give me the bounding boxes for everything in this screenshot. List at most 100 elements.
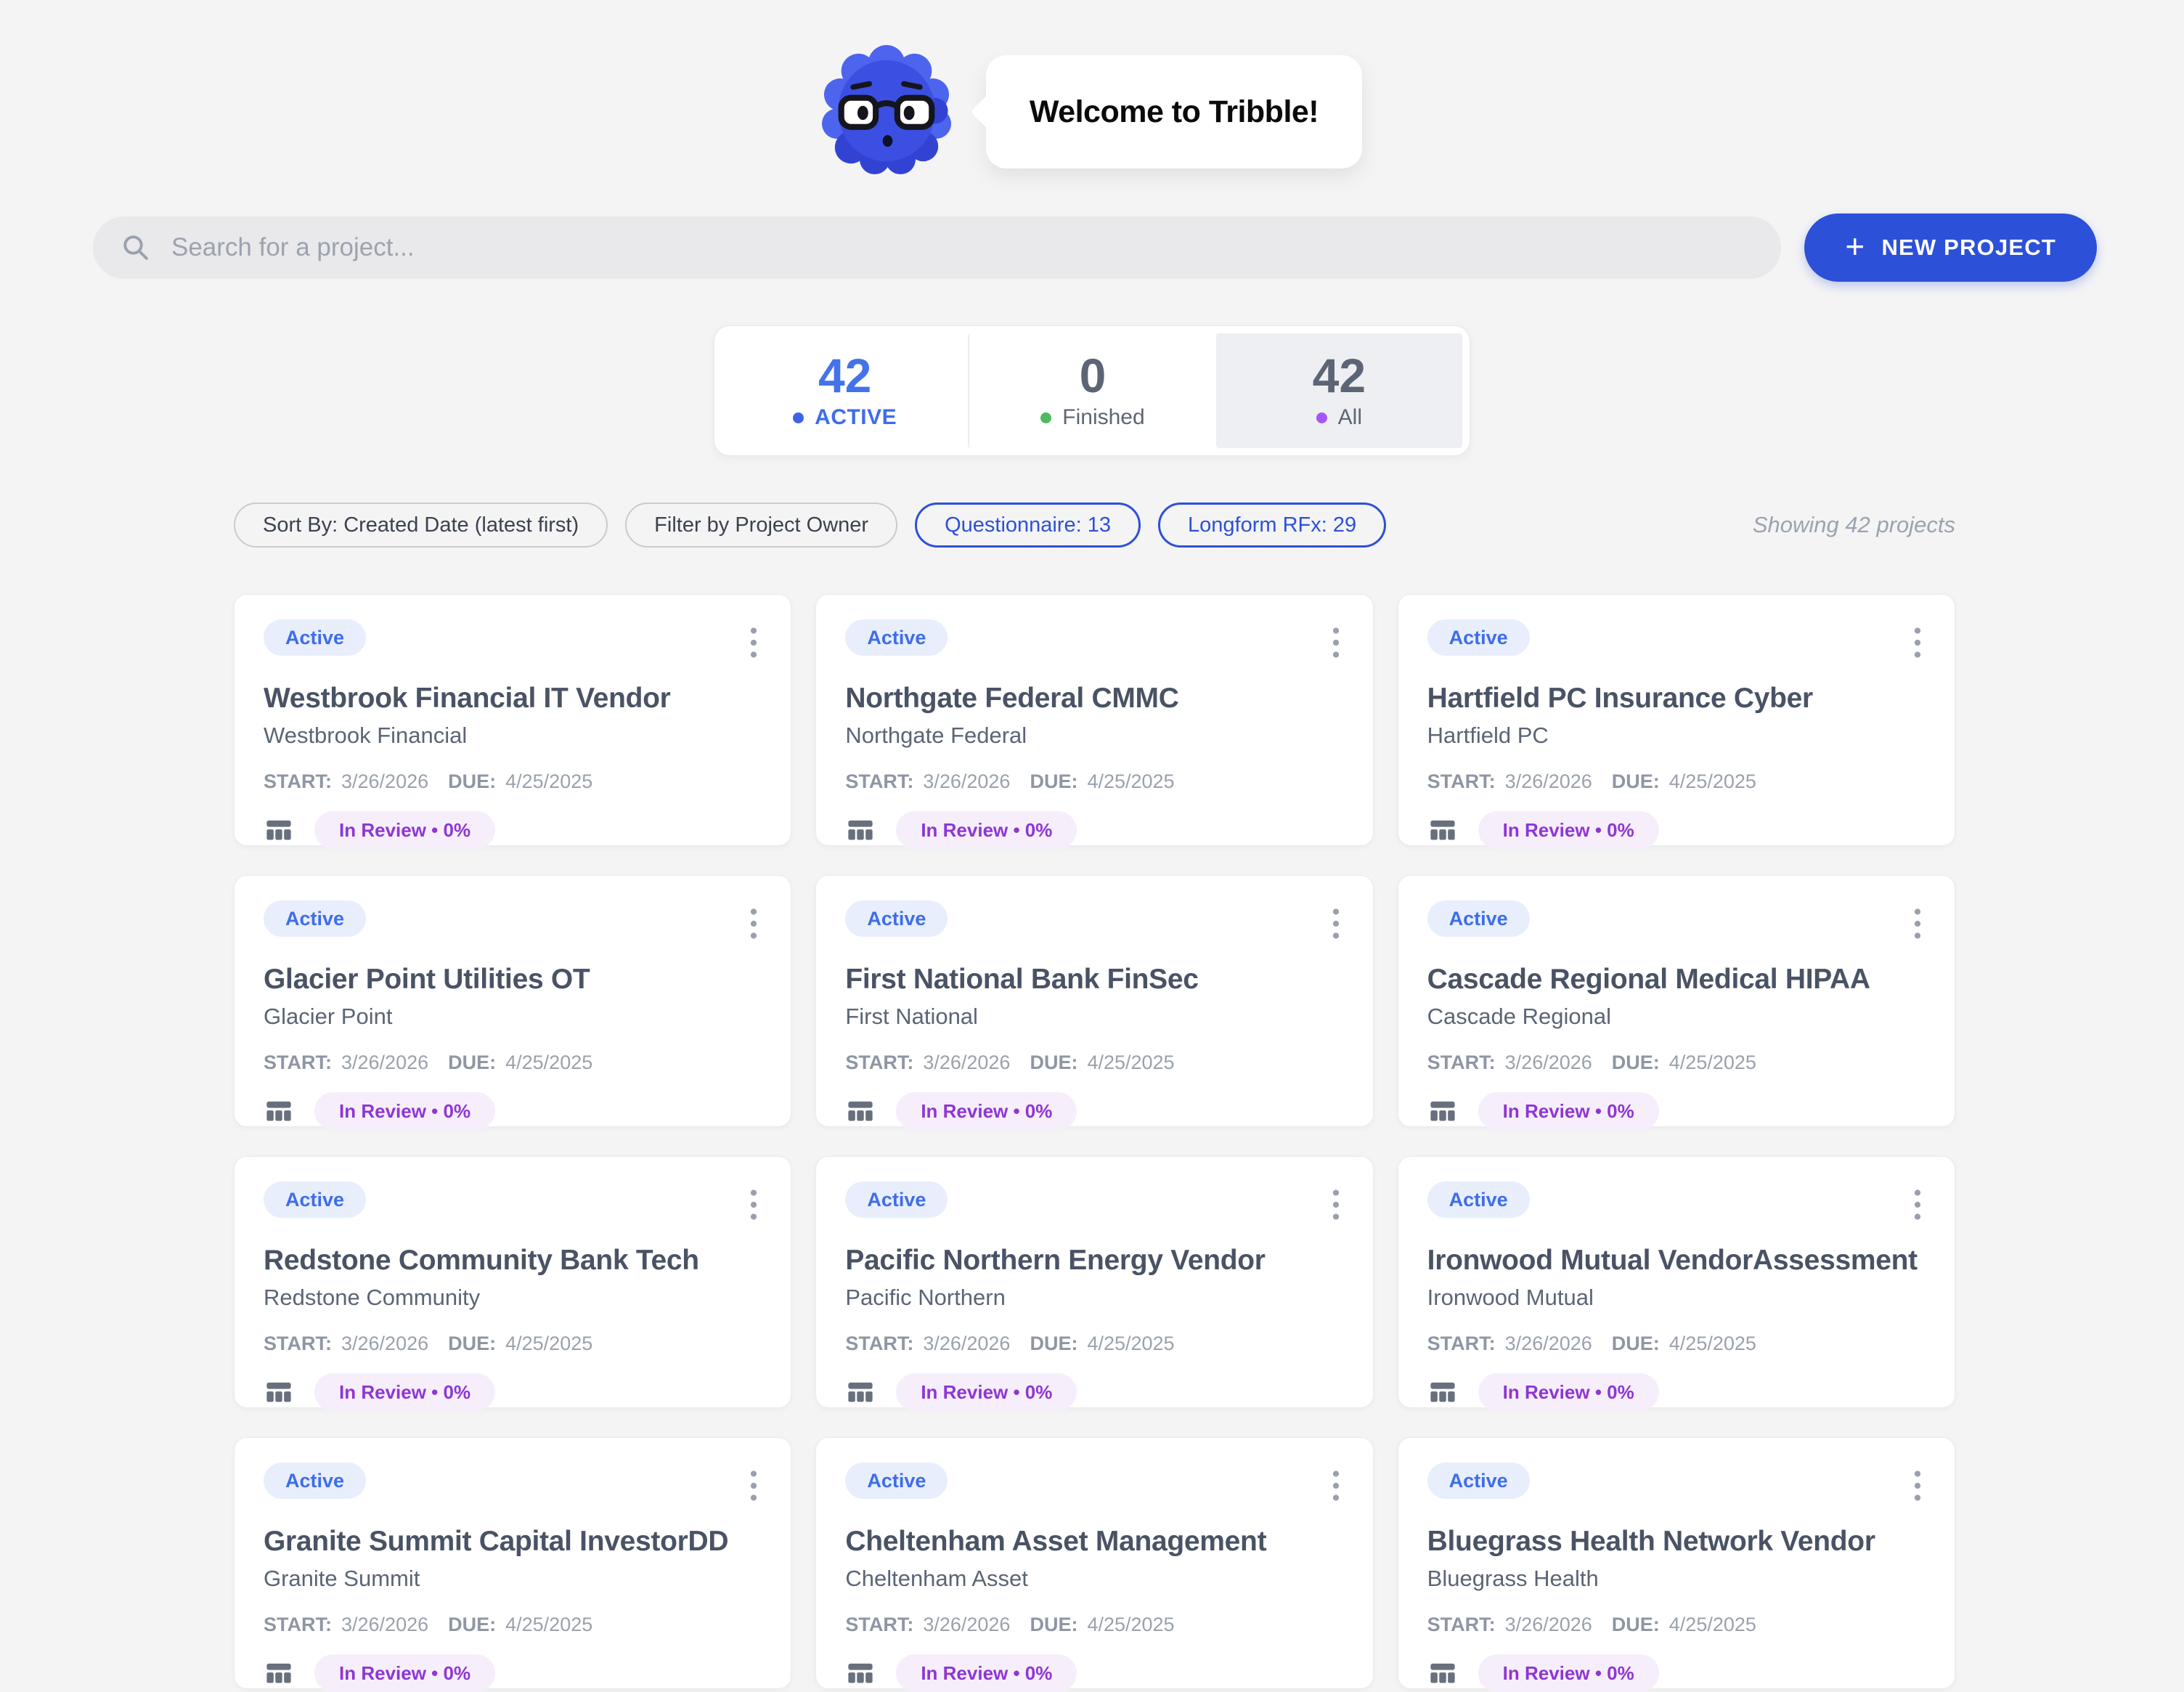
kebab-menu-icon[interactable] <box>1910 1186 1926 1224</box>
progress-badge: In Review • 0% <box>314 811 495 849</box>
due-date: 4/25/2025 <box>505 1333 592 1355</box>
due-date: 4/25/2025 <box>1087 1052 1174 1074</box>
start-date: 3/26/2026 <box>1505 770 1592 793</box>
due-date: 4/25/2025 <box>505 770 592 793</box>
search-input[interactable] <box>170 232 1753 263</box>
project-title: Cheltenham Asset Management <box>845 1525 1343 1558</box>
start-date: 3/26/2026 <box>341 1333 428 1355</box>
start-label: START: <box>264 1614 332 1636</box>
project-card[interactable]: Active Ironwood Mutual VendorAssessment … <box>1398 1156 1955 1408</box>
table-icon <box>845 1658 876 1688</box>
due-label: DUE: <box>448 770 496 793</box>
project-card[interactable]: Active Redstone Community Bank Tech Reds… <box>234 1156 791 1408</box>
start-date: 3/26/2026 <box>341 770 428 793</box>
table-icon <box>1427 1658 1458 1688</box>
due-label: DUE: <box>1612 1333 1660 1355</box>
kebab-menu-icon[interactable] <box>1910 624 1926 662</box>
kebab-menu-icon[interactable] <box>746 905 762 943</box>
project-card[interactable]: Active Pacific Northern Energy Vendor Pa… <box>815 1156 1373 1408</box>
start-date: 3/26/2026 <box>923 770 1010 793</box>
table-icon <box>845 1096 876 1126</box>
longform-rfx-chip[interactable]: Longform RFx: 29 <box>1158 503 1386 548</box>
progress-badge: In Review • 0% <box>1478 1373 1659 1411</box>
due-label: DUE: <box>1612 770 1660 793</box>
due-label: DUE: <box>1612 1052 1660 1074</box>
start-date: 3/26/2026 <box>1505 1052 1592 1074</box>
project-dates: START: 3/26/2026 DUE: 4/25/2025 <box>1427 1614 1926 1636</box>
hero-section: Welcome to Tribble! <box>0 0 2184 180</box>
progress-badge: In Review • 0% <box>896 1654 1077 1692</box>
table-icon <box>1427 815 1458 845</box>
project-card[interactable]: Active Cheltenham Asset Management Chelt… <box>815 1437 1373 1689</box>
kebab-menu-icon[interactable] <box>1910 1467 1926 1505</box>
status-badge: Active <box>1427 1463 1530 1499</box>
kebab-menu-icon[interactable] <box>746 1467 762 1505</box>
project-stats-card: 42 ACTIVE 0 Finished 42 All <box>714 325 1470 456</box>
project-card[interactable]: Active Granite Summit Capital InvestorDD… <box>234 1437 791 1689</box>
project-title: Pacific Northern Energy Vendor <box>845 1244 1343 1277</box>
project-dates: START: 3/26/2026 DUE: 4/25/2025 <box>1427 1333 1926 1355</box>
project-company: Ironwood Mutual <box>1427 1284 1926 1311</box>
welcome-text: Welcome to Tribble! <box>1030 94 1319 130</box>
sort-by-chip[interactable]: Sort By: Created Date (latest first) <box>234 503 608 548</box>
kebab-menu-icon[interactable] <box>1328 624 1344 662</box>
start-date: 3/26/2026 <box>341 1614 428 1636</box>
project-card[interactable]: Active Bluegrass Health Network Vendor B… <box>1398 1437 1955 1689</box>
kebab-menu-icon[interactable] <box>746 1186 762 1224</box>
start-label: START: <box>1427 770 1496 793</box>
kebab-menu-icon[interactable] <box>1910 905 1926 943</box>
start-label: START: <box>264 770 332 793</box>
kebab-menu-icon[interactable] <box>746 624 762 662</box>
project-title: First National Bank FinSec <box>845 963 1343 996</box>
tribble-mascot-icon <box>822 44 951 180</box>
progress-badge: In Review • 0% <box>896 1092 1077 1130</box>
filter-owner-chip[interactable]: Filter by Project Owner <box>625 503 897 548</box>
project-card[interactable]: Active Hartfield PC Insurance Cyber Hart… <box>1398 594 1955 846</box>
new-project-label: NEW PROJECT <box>1881 235 2056 261</box>
stat-active[interactable]: 42 ACTIVE <box>722 333 968 448</box>
status-badge: Active <box>264 1181 366 1218</box>
progress-badge: In Review • 0% <box>314 1092 495 1130</box>
start-label: START: <box>845 770 913 793</box>
project-card[interactable]: Active First National Bank FinSec First … <box>815 875 1373 1127</box>
stat-finished[interactable]: 0 Finished <box>968 333 1215 448</box>
kebab-menu-icon[interactable] <box>1328 905 1344 943</box>
kebab-menu-icon[interactable] <box>1328 1467 1344 1505</box>
start-date: 3/26/2026 <box>1505 1333 1592 1355</box>
due-label: DUE: <box>448 1052 496 1074</box>
start-label: START: <box>1427 1333 1496 1355</box>
active-dot-icon <box>793 412 804 423</box>
progress-badge: In Review • 0% <box>1478 1092 1659 1130</box>
start-date: 3/26/2026 <box>1505 1614 1592 1636</box>
start-date: 3/26/2026 <box>341 1052 428 1074</box>
due-label: DUE: <box>1030 1333 1077 1355</box>
start-label: START: <box>264 1333 332 1355</box>
project-dates: START: 3/26/2026 DUE: 4/25/2025 <box>264 1614 762 1636</box>
start-label: START: <box>1427 1614 1496 1636</box>
kebab-menu-icon[interactable] <box>1328 1186 1344 1224</box>
status-badge: Active <box>1427 1181 1530 1218</box>
project-dates: START: 3/26/2026 DUE: 4/25/2025 <box>845 1333 1343 1355</box>
status-badge: Active <box>845 619 948 656</box>
project-card[interactable]: Active Glacier Point Utilities OT Glacie… <box>234 875 791 1127</box>
progress-badge: In Review • 0% <box>1478 811 1659 849</box>
due-date: 4/25/2025 <box>505 1052 592 1074</box>
new-project-button[interactable]: + NEW PROJECT <box>1804 213 2097 282</box>
status-badge: Active <box>264 619 366 656</box>
project-card[interactable]: Active Northgate Federal CMMC Northgate … <box>815 594 1373 846</box>
stat-all[interactable]: 42 All <box>1216 333 1462 448</box>
project-dates: START: 3/26/2026 DUE: 4/25/2025 <box>264 1052 762 1074</box>
progress-badge: In Review • 0% <box>896 1373 1077 1411</box>
questionnaire-chip[interactable]: Questionnaire: 13 <box>915 503 1141 548</box>
project-company: Redstone Community <box>264 1284 762 1311</box>
project-card[interactable]: Active Cascade Regional Medical HIPAA Ca… <box>1398 875 1955 1127</box>
search-bar[interactable] <box>93 216 1781 279</box>
table-icon <box>264 815 294 845</box>
progress-badge: In Review • 0% <box>314 1373 495 1411</box>
project-title: Granite Summit Capital InvestorDD <box>264 1525 762 1558</box>
finished-dot-icon <box>1040 412 1051 423</box>
project-card[interactable]: Active Westbrook Financial IT Vendor Wes… <box>234 594 791 846</box>
search-icon <box>121 232 151 263</box>
project-title: Glacier Point Utilities OT <box>264 963 762 996</box>
project-title: Bluegrass Health Network Vendor <box>1427 1525 1926 1558</box>
